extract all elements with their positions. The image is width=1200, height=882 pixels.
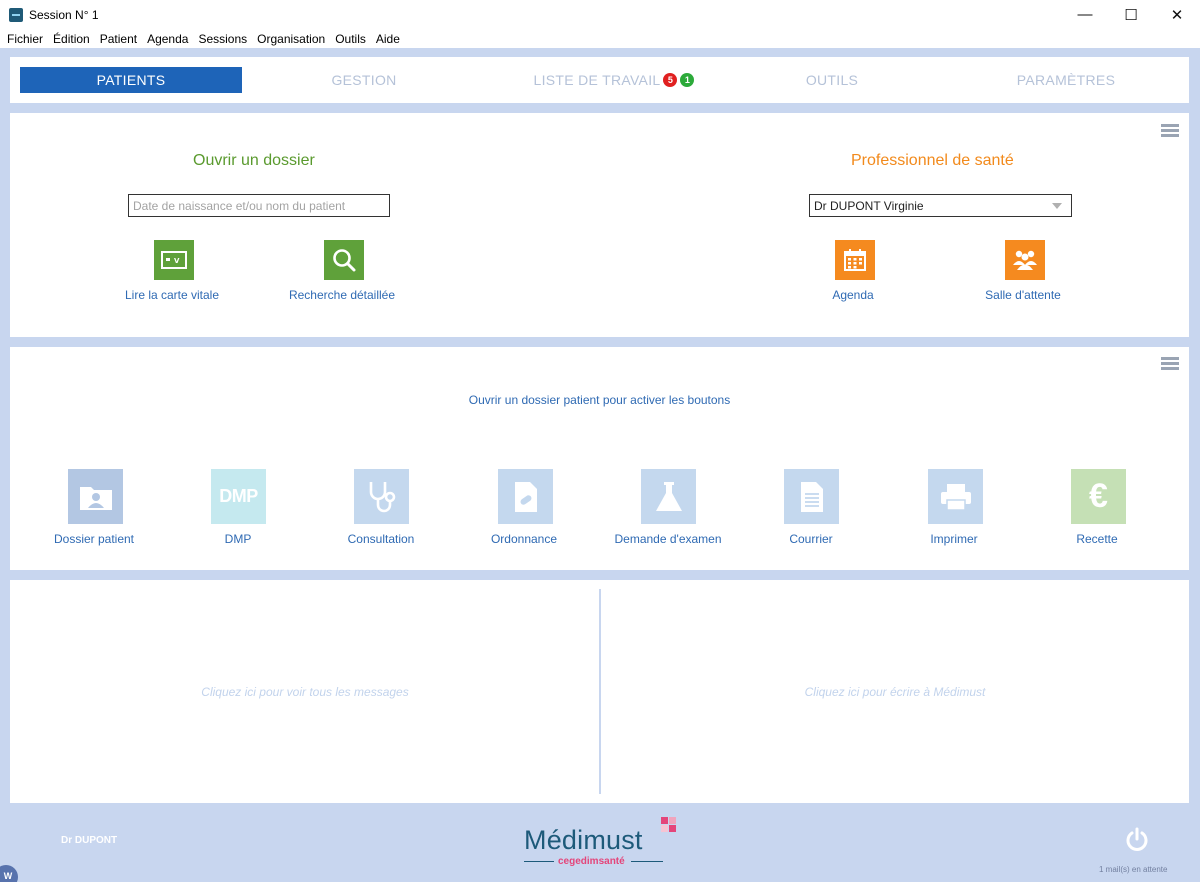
agenda-button[interactable] <box>835 240 875 280</box>
menu-agenda[interactable]: Agenda <box>142 32 193 46</box>
menu-patient[interactable]: Patient <box>95 32 142 46</box>
recherche-button[interactable] <box>324 240 364 280</box>
courrier-label[interactable]: Courrier <box>789 532 832 546</box>
recette-label[interactable]: Recette <box>1076 532 1117 546</box>
dossier-patient-label[interactable]: Dossier patient <box>54 532 134 546</box>
write-message-link[interactable]: Cliquez ici pour écrire à Médimust <box>805 685 986 699</box>
tab-parametres[interactable]: PARAMÈTRES <box>955 67 1177 93</box>
minimize-button[interactable]: — <box>1062 0 1108 29</box>
menu-bar: Fichier Édition Patient Agenda Sessions … <box>0 29 1200 48</box>
calendar-icon <box>844 249 866 271</box>
salle-attente-label[interactable]: Salle d'attente <box>985 288 1061 302</box>
flask-icon <box>655 481 682 511</box>
stethoscope-icon <box>369 481 395 512</box>
professional-title: Professionnel de santé <box>851 152 1014 169</box>
window-title: Session N° 1 <box>29 7 99 22</box>
tab-gestion[interactable]: GESTION <box>253 67 475 93</box>
view-messages-link[interactable]: Cliquez ici pour voir tous les messages <box>201 685 408 699</box>
app-icon <box>9 7 23 22</box>
title-bar: Session N° 1 — ☐ ✕ <box>0 0 1200 29</box>
actions-hint: Ouvrir un dossier patient pour activer l… <box>468 393 731 407</box>
letter-icon <box>800 481 823 512</box>
recette-button[interactable]: € <box>1071 469 1126 524</box>
menu-organisation[interactable]: Organisation <box>252 32 330 46</box>
open-file-title: Ouvrir un dossier <box>193 152 315 169</box>
menu-fichier[interactable]: Fichier <box>2 32 48 46</box>
close-button[interactable]: ✕ <box>1154 0 1200 29</box>
professional-select[interactable]: Dr DUPONT Virginie <box>809 194 1072 217</box>
dossier-patient-button[interactable] <box>68 469 123 524</box>
dmp-button[interactable]: DMP <box>211 469 266 524</box>
dmp-icon: DMP <box>219 486 258 506</box>
card-icon: V <box>161 251 187 269</box>
consultation-button[interactable] <box>354 469 409 524</box>
prescription-icon <box>514 481 537 512</box>
power-icon[interactable] <box>1124 827 1150 853</box>
patient-search-input[interactable]: Date de naissance et/ou nom du patient <box>128 194 390 217</box>
menu-icon[interactable] <box>1161 124 1179 137</box>
menu-outils[interactable]: Outils <box>330 32 371 46</box>
agenda-label[interactable]: Agenda <box>832 288 873 302</box>
imprimer-button[interactable] <box>928 469 983 524</box>
recherche-label[interactable]: Recherche détaillée <box>289 288 395 302</box>
logo-wordmark: Médimust <box>524 825 643 855</box>
main-tabs: PATIENTS GESTION LISTE DE TRAVAIL 5 1 OU… <box>10 57 1189 103</box>
messages-divider <box>599 589 601 794</box>
patient-actions-panel: Ouvrir un dossier patient pour activer l… <box>10 347 1189 570</box>
tab-outils[interactable]: OUTILS <box>721 67 943 93</box>
demande-examen-button[interactable] <box>641 469 696 524</box>
done-count-badge: 1 <box>680 73 695 87</box>
carte-vitale-label[interactable]: Lire la carte vitale <box>125 288 219 302</box>
consultation-label[interactable]: Consultation <box>348 532 415 546</box>
euro-icon: € <box>1089 477 1108 515</box>
maximize-button[interactable]: ☐ <box>1108 0 1154 29</box>
folder-user-icon <box>79 486 112 510</box>
svg-text:V: V <box>174 257 180 265</box>
window-controls: — ☐ ✕ <box>1062 0 1200 29</box>
menu-aide[interactable]: Aide <box>371 32 405 46</box>
tab-liste-label: LISTE DE TRAVAIL <box>533 72 661 88</box>
mail-status: 1 mail(s) en attente <box>1099 865 1168 874</box>
salle-attente-button[interactable] <box>1005 240 1045 280</box>
alert-count-badge: 5 <box>663 73 678 87</box>
search-icon <box>333 249 356 272</box>
tab-patients[interactable]: PATIENTS <box>20 67 242 93</box>
dmp-label[interactable]: DMP <box>225 532 252 546</box>
waiting-room-icon <box>1013 250 1037 270</box>
courrier-button[interactable] <box>784 469 839 524</box>
printer-icon <box>940 483 971 511</box>
professional-selected: Dr DUPONT Virginie <box>814 198 924 213</box>
carte-vitale-button[interactable]: V <box>154 240 194 280</box>
current-user: Dr DUPONT <box>61 835 118 846</box>
ordonnance-button[interactable] <box>498 469 553 524</box>
ordonnance-label[interactable]: Ordonnance <box>491 532 557 546</box>
medimust-logo: Médimust cegedimsanté <box>524 817 684 867</box>
tab-liste-de-travail[interactable]: LISTE DE TRAVAIL 5 1 <box>503 67 725 93</box>
chevron-down-icon <box>1052 203 1062 209</box>
menu-edition[interactable]: Édition <box>48 32 95 46</box>
corner-w-icon[interactable]: W <box>0 865 18 882</box>
open-file-panel: Ouvrir un dossier Date de naissance et/o… <box>10 113 1189 337</box>
demande-examen-label[interactable]: Demande d'examen <box>614 532 721 546</box>
imprimer-label[interactable]: Imprimer <box>930 532 977 546</box>
logo-subtitle: cegedimsanté <box>558 856 625 867</box>
actions-menu-icon[interactable] <box>1161 357 1179 370</box>
menu-sessions[interactable]: Sessions <box>193 32 252 46</box>
